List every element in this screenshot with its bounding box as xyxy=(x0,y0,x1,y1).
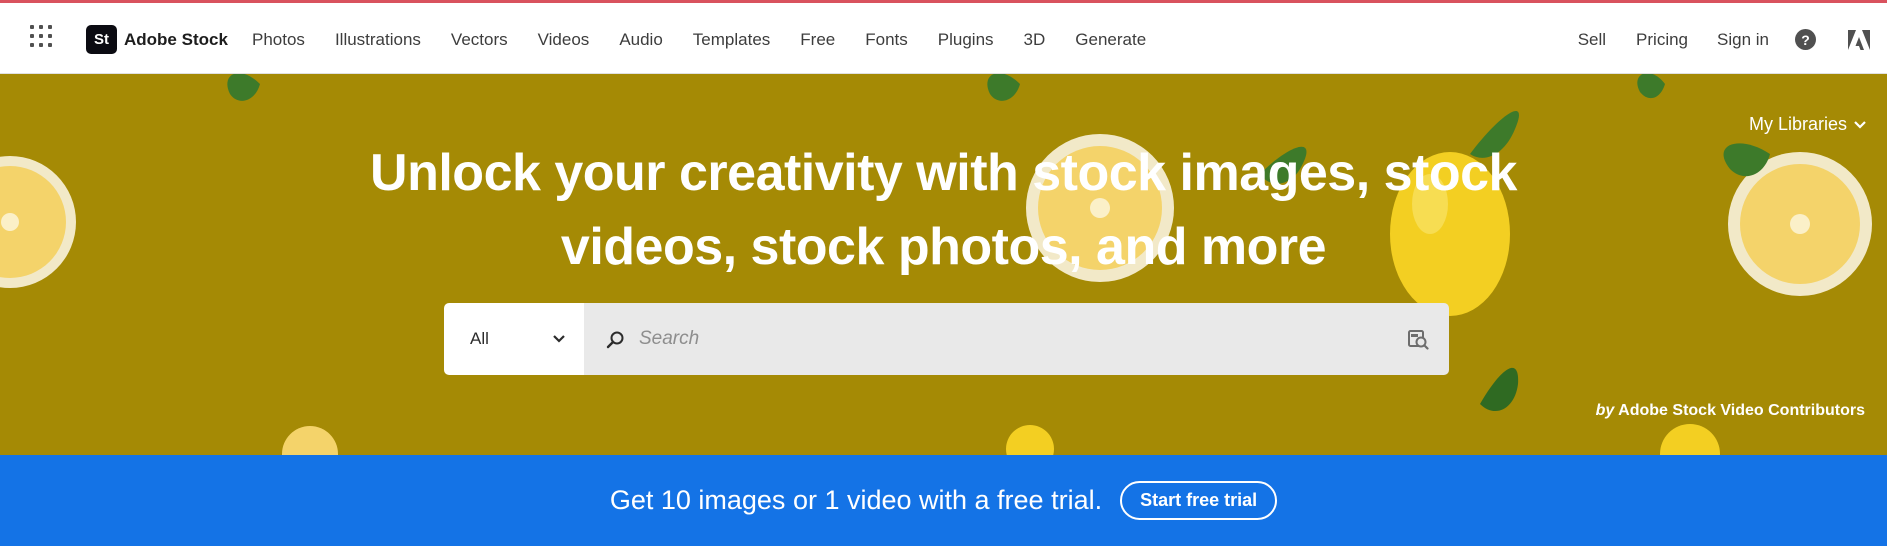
start-free-trial-button[interactable]: Start free trial xyxy=(1120,481,1278,520)
search-bar: All xyxy=(444,303,1449,375)
search-scope-value: All xyxy=(470,329,489,348)
search-field xyxy=(584,303,1449,375)
my-libraries-dropdown[interactable]: My Libraries xyxy=(1749,114,1867,135)
top-navigation-bar: St Adobe Stock Photos Illustrations Vect… xyxy=(0,3,1887,74)
help-icon[interactable]: ? xyxy=(1795,29,1816,50)
brand-name: Adobe Stock xyxy=(124,29,228,49)
nav-photos[interactable]: Photos xyxy=(252,30,305,50)
nav-3d[interactable]: 3D xyxy=(1024,30,1046,50)
brand-home-link[interactable]: St Adobe Stock xyxy=(86,25,228,54)
nav-free[interactable]: Free xyxy=(800,30,835,50)
chevron-down-icon xyxy=(553,335,565,343)
credit-name-link[interactable]: Adobe Stock Video Contributors xyxy=(1618,402,1865,419)
nav-fonts[interactable]: Fonts xyxy=(865,30,908,50)
stock-logo-icon: St xyxy=(86,25,117,54)
hero-banner: My Libraries Unlock your creativity with… xyxy=(0,74,1887,455)
nav-generate[interactable]: Generate xyxy=(1075,30,1146,50)
headline-line-2: videos, stock photos, and more xyxy=(560,218,1327,276)
nav-vectors[interactable]: Vectors xyxy=(451,30,508,50)
promo-text: Get 10 images or 1 video with a free tri… xyxy=(609,485,1103,515)
search-scope-select[interactable]: All xyxy=(444,303,584,375)
main-nav: Photos Illustrations Vectors Videos Audi… xyxy=(252,30,1176,50)
search-icon xyxy=(606,331,624,348)
free-trial-banner: Get 10 images or 1 video with a free tri… xyxy=(0,455,1887,546)
nav-illustrations[interactable]: Illustrations xyxy=(335,30,421,50)
credit-by: by xyxy=(1595,402,1615,419)
nav-audio[interactable]: Audio xyxy=(619,30,662,50)
image-credit: by Adobe Stock Video Contributors xyxy=(1596,402,1865,420)
my-libraries-label: My Libraries xyxy=(1748,114,1847,134)
account-nav: Sell Pricing Sign in ? xyxy=(1578,29,1887,50)
headline-line-1: Unlock your creativity with stock images… xyxy=(370,144,1517,202)
nav-templates[interactable]: Templates xyxy=(693,30,770,50)
nav-videos[interactable]: Videos xyxy=(538,30,590,50)
nav-plugins[interactable]: Plugins xyxy=(938,30,994,50)
pricing-link[interactable]: Pricing xyxy=(1636,30,1688,50)
visual-search-icon[interactable] xyxy=(1407,328,1429,350)
sign-in-link[interactable]: Sign in xyxy=(1717,30,1769,50)
search-input[interactable] xyxy=(639,328,1407,350)
adobe-logo-icon[interactable] xyxy=(1848,29,1870,50)
chevron-down-icon xyxy=(1854,120,1866,129)
sell-link[interactable]: Sell xyxy=(1578,30,1606,50)
app-switcher-icon[interactable] xyxy=(30,25,52,47)
hero-headline: Unlock your creativity with stock images… xyxy=(0,136,1887,284)
